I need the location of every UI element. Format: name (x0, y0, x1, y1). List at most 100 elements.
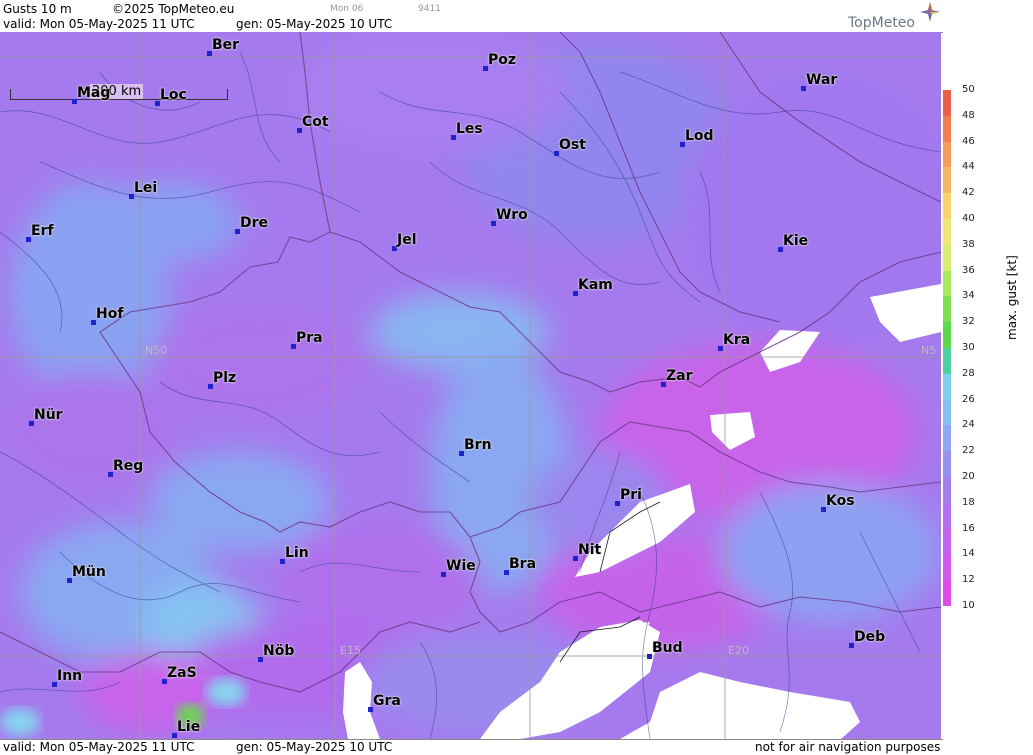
city-label: Hof (96, 306, 124, 322)
city-label: Wie (446, 558, 476, 574)
copyright: ©2025 TopMeteo.eu (112, 2, 235, 16)
colorbar-tick-label: 26 (962, 393, 975, 405)
colorbar-segment (943, 193, 951, 220)
colorbar-tick-label: 14 (962, 548, 975, 560)
colorbar-segment (943, 219, 951, 246)
gust-map[interactable]: N50 N5 E15 E20 200 km (0, 32, 941, 739)
colorbar-tick-label: 32 (962, 316, 975, 328)
city-label: Ber (212, 37, 240, 53)
colorbar-segment (943, 348, 951, 375)
footer-valid-time: valid: Mon 05-May-2025 11 UTC (3, 740, 195, 754)
small-code: 9411 (418, 4, 441, 14)
colorbar-segment (943, 373, 951, 401)
colorbar-tick-label: 16 (962, 522, 975, 534)
valid-time: valid: Mon 05-May-2025 11 UTC (3, 17, 195, 31)
header-bar: Gusts 10 m ©2025 TopMeteo.eu Mon 06 9411… (0, 0, 943, 33)
city-label: Kos (826, 493, 855, 509)
colorbar-segment (943, 502, 951, 530)
city-label: Mün (72, 564, 106, 580)
footer-bar: valid: Mon 05-May-2025 11 UTC gen: 05-Ma… (0, 739, 943, 755)
city-label: Lie (177, 719, 201, 735)
city-label: Plz (213, 370, 237, 386)
city-label: Lei (134, 180, 158, 196)
map-field (0, 32, 941, 739)
city-label: ZaS (167, 665, 197, 681)
colorbar-tick-label: 12 (962, 574, 975, 586)
city-label: Gra (373, 693, 401, 709)
footer-generated-time: gen: 05-May-2025 10 UTC (236, 740, 393, 754)
city-label: Ost (559, 137, 586, 153)
colorbar-tick-label: 36 (962, 264, 975, 276)
colorbar-tick-label: 34 (962, 290, 975, 302)
city-label: Nit (578, 542, 602, 558)
city-label: Nür (34, 407, 63, 423)
colorbar-segment (943, 296, 951, 323)
colorbar-segment (943, 477, 951, 504)
city-label: Les (456, 121, 483, 137)
colorbar-segment (943, 90, 951, 117)
city-label: Wro (496, 207, 528, 223)
colorbar-segment (943, 322, 951, 349)
city-label: Lod (685, 128, 714, 144)
colorbar-segment (943, 451, 951, 478)
city-label: Cot (302, 114, 329, 130)
colorbar-segment (943, 528, 951, 555)
brand-logo: TopMeteo (848, 15, 915, 31)
scale-bar: 200 km (10, 84, 228, 101)
colorbar-tick-label: 42 (962, 187, 975, 199)
city-label: Erf (31, 223, 54, 239)
city-label: Nöb (263, 643, 295, 659)
colorbar-tick-label: 38 (962, 238, 975, 250)
city-label: Jel (397, 232, 417, 248)
colorbar-segment (943, 425, 951, 452)
compass-star-icon (920, 2, 940, 22)
city-label: Kra (723, 332, 751, 348)
generated-time: gen: 05-May-2025 10 UTC (236, 17, 393, 31)
grid-label-e20: E20 (728, 644, 749, 657)
city-label: Kam (578, 277, 613, 293)
colorbar-tick-label: 30 (962, 342, 975, 353)
city-label: Bra (509, 556, 537, 572)
footer-disclaimer: not for air navigation purposes (755, 740, 941, 754)
city-label: Bud (652, 640, 683, 656)
colorbar-segment (943, 580, 951, 607)
grid-label-e15: E15 (340, 644, 361, 657)
colorbar-tick-label: 28 (962, 367, 975, 379)
small-day: Mon 06 (330, 4, 364, 14)
colorbar-segment (943, 399, 951, 426)
colorbar-tick-label: 48 (962, 109, 975, 121)
city-label: Mag (77, 85, 111, 101)
city-label: Brn (464, 437, 492, 453)
colorbar-tick-label: 40 (962, 213, 975, 224)
colorbar-segment (943, 141, 951, 168)
city-label: Pra (296, 330, 323, 346)
city-label: Dre (240, 215, 269, 231)
city-label: Pri (620, 487, 642, 503)
city-label: Inn (57, 668, 83, 684)
colorbar-tick-label: 20 (962, 471, 975, 482)
city-label: Kie (783, 233, 809, 249)
colorbar-tick-label: 24 (962, 419, 975, 431)
colorbar (943, 90, 951, 607)
city-label: Zar (666, 368, 693, 384)
colorbar-segment (943, 244, 951, 272)
colorbar-segment (943, 554, 951, 581)
product-title: Gusts 10 m (3, 2, 72, 16)
city-label: War (806, 72, 838, 88)
colorbar-segment (943, 167, 951, 194)
colorbar-segment (943, 115, 951, 143)
city-label: Poz (488, 52, 517, 68)
colorbar-tick-label: 18 (962, 496, 975, 508)
city-label: Deb (854, 629, 886, 645)
city-label: Reg (113, 458, 144, 474)
colorbar-tick-label: 46 (962, 135, 975, 147)
colorbar-tick-label: 22 (962, 445, 975, 457)
grid-label-n50-right: N5 (921, 344, 937, 357)
grid-label-n50-left: N50 (145, 344, 168, 357)
city-label: Loc (160, 87, 187, 103)
colorbar-unit-label: max. gust [kt] (1005, 255, 1019, 340)
colorbar-segment (943, 270, 951, 297)
colorbar-tick-label: 50 (962, 84, 975, 95)
colorbar-tick-label: 44 (962, 161, 975, 173)
city-label: Lin (285, 545, 309, 561)
